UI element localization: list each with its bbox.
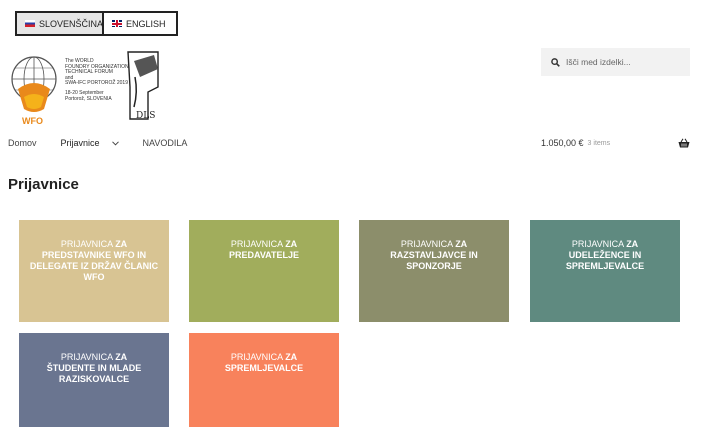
tile-companions[interactable]: Prijavnica za spremljevalce [189, 333, 339, 427]
nav-item-home[interactable]: Domov [8, 138, 37, 148]
cart-count: 3 items [587, 139, 611, 147]
search-placeholder: Išči med izdelki... [566, 57, 631, 67]
primary-nav: Domov Prijavnice NAVODILA [8, 138, 211, 148]
tile-wfo-delegates[interactable]: Prijavnica za predstavnike WFO in delega… [19, 220, 169, 322]
nav-item-navodila[interactable]: NAVODILA [143, 138, 188, 148]
chevron-down-icon [111, 140, 119, 146]
search-icon [551, 57, 560, 67]
cart-total: 1.050,00 € [541, 138, 584, 148]
page-title: Prijavnice [8, 176, 79, 193]
site-logo[interactable]: WFO DLS The WORLD FOUNDRY ORGANIZATION T… [8, 47, 168, 132]
nav-item-prijavnice[interactable]: Prijavnice [61, 138, 119, 148]
wfo-logo-text: WFO [22, 116, 43, 126]
tile-exhibitors[interactable]: Prijavnica za razstavljavce in sponzorje [359, 220, 509, 322]
tile-students[interactable]: Prijavnica za študente in mlade raziskov… [19, 333, 169, 427]
tile-participants[interactable]: Prijavnica za udeležence in spremljevalc… [530, 220, 680, 322]
language-label: ENGLISH [126, 18, 166, 29]
uk-flag-icon [112, 20, 122, 27]
product-search[interactable]: Išči med izdelki... [541, 48, 690, 76]
tile-lecturers[interactable]: Prijavnica za predavatelje [189, 220, 339, 322]
dls-logo-text: DLS [136, 111, 156, 121]
basket-icon [678, 138, 690, 148]
language-label: SLOVENŠČINA [39, 18, 104, 29]
language-button-slovenian[interactable]: SLOVENŠČINA [15, 11, 114, 36]
language-button-english[interactable]: ENGLISH [102, 11, 178, 36]
logo-caption: The WORLD FOUNDRY ORGANIZATION TECHNICAL… [65, 58, 129, 102]
cart-summary[interactable]: 1.050,00 € 3 items [541, 138, 690, 148]
slovenia-flag-icon [25, 20, 35, 27]
